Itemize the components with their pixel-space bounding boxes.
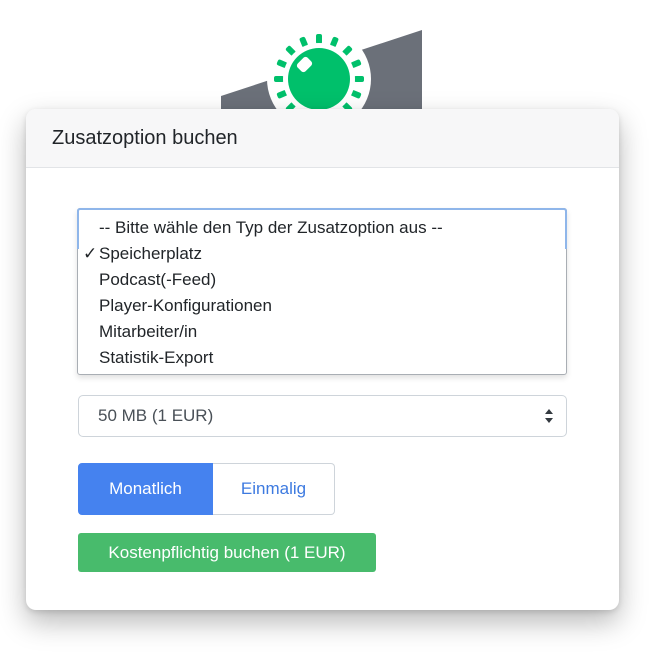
monthly-button[interactable]: Monatlich xyxy=(78,463,213,515)
option-label: Mitarbeiter/in xyxy=(99,322,198,341)
add-option-card: Zusatzoption buchen -- Bitte wähle den T… xyxy=(26,109,619,610)
option-label: -- Bitte wähle den Typ der Zusatzoption … xyxy=(99,218,443,237)
book-paid-button[interactable]: Kostenpflichtig buchen (1 EUR) xyxy=(78,533,376,572)
option-speicherplatz[interactable]: ✓ Speicherplatz xyxy=(78,241,566,267)
option-player-konfigurationen[interactable]: Player-Konfigurationen xyxy=(78,293,566,319)
card-title: Zusatzoption buchen xyxy=(52,126,238,149)
checkmark-icon: ✓ xyxy=(83,244,98,263)
option-type-select[interactable]: -- Bitte wähle den Typ der Zusatzoption … xyxy=(77,208,567,375)
select-updown-arrows-icon xyxy=(545,409,553,423)
option-mitarbeiter[interactable]: Mitarbeiter/in xyxy=(78,319,566,345)
quantity-select-value: 50 MB (1 EUR) xyxy=(98,406,214,425)
option-label: Speicherplatz xyxy=(99,244,203,263)
option-podcast-feed[interactable]: Podcast(-Feed) xyxy=(78,267,566,293)
billing-interval-toggle: Monatlich Einmalig xyxy=(78,463,335,515)
quantity-select[interactable]: 50 MB (1 EUR) xyxy=(78,395,567,437)
option-label: Player-Konfigurationen xyxy=(99,296,272,315)
card-header: Zusatzoption buchen xyxy=(26,109,619,168)
option-label: Podcast(-Feed) xyxy=(99,270,217,289)
option-statistik-export[interactable]: Statistik-Export xyxy=(78,345,566,371)
option-placeholder[interactable]: -- Bitte wähle den Typ der Zusatzoption … xyxy=(78,215,566,241)
one-time-button[interactable]: Einmalig xyxy=(213,463,335,515)
option-label: Statistik-Export xyxy=(99,348,214,367)
